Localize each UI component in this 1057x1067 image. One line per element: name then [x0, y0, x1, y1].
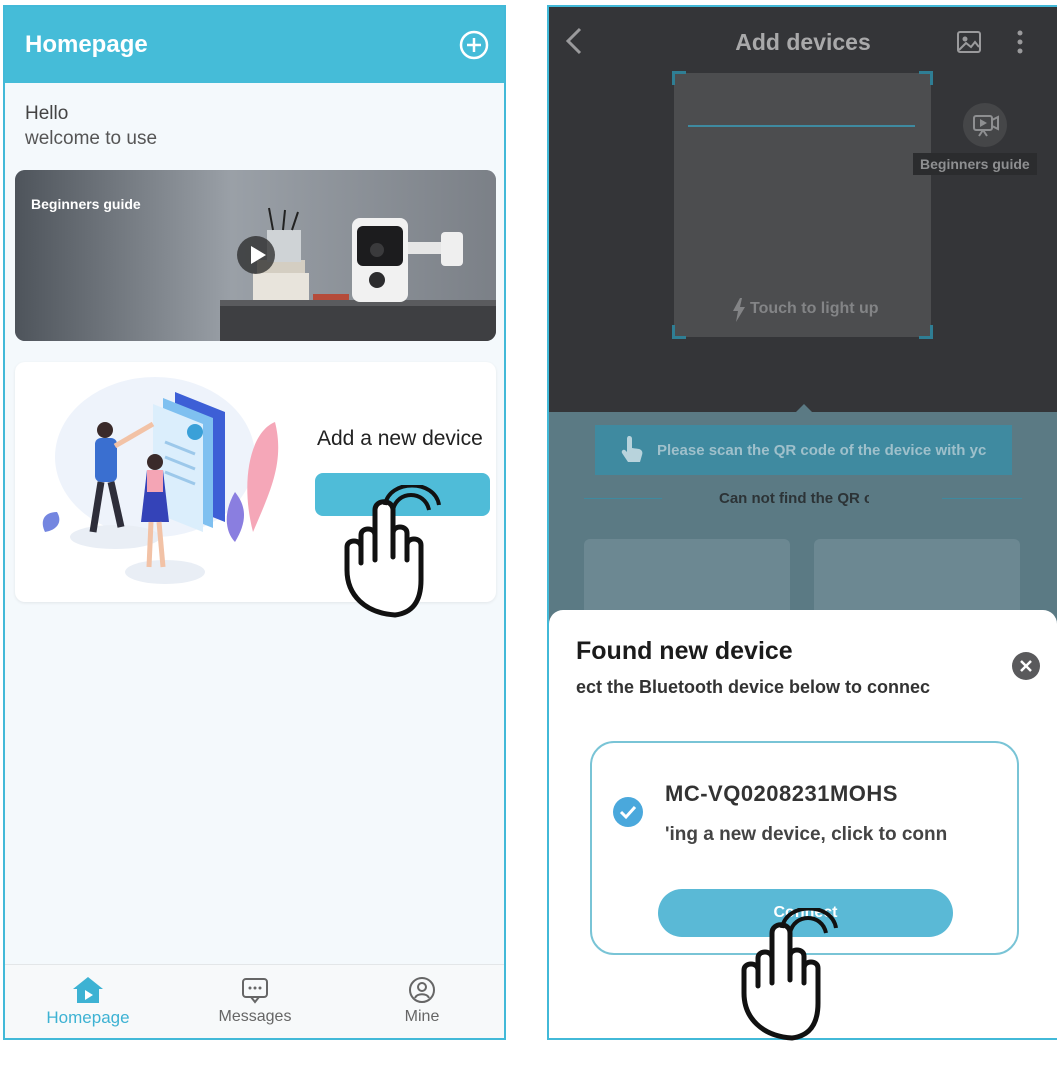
page-title: Homepage — [25, 31, 148, 58]
tab-messages[interactable]: Messages — [180, 965, 330, 1038]
qr-help-link[interactable]: Can not find the QR c — [719, 490, 869, 507]
more-options-icon[interactable] — [1015, 28, 1025, 56]
tab-label-mine: Mine — [404, 1008, 440, 1025]
gallery-icon[interactable] — [956, 29, 982, 55]
sheet-subtitle: ect the Bluetooth device below to connec — [576, 677, 931, 697]
tab-mine[interactable]: Mine — [347, 965, 497, 1038]
scan-hint-banner: Please scan the QR code of the device wi… — [595, 425, 1012, 475]
scan-hint-text: Please scan the QR code of the device wi… — [657, 442, 987, 459]
tab-label-homepage: Homepage — [46, 1008, 130, 1027]
video-guide-icon[interactable] — [962, 102, 1008, 148]
greeting-hello: Hello — [25, 103, 69, 124]
greeting-welcome: welcome to use — [25, 128, 158, 149]
scan-line — [688, 125, 915, 127]
add-device-illustration — [42, 377, 279, 584]
message-icon — [242, 978, 268, 1004]
banner-label: Beginners guide — [31, 196, 141, 212]
video-guide-label[interactable]: Beginners guide — [913, 153, 1037, 175]
divider-right — [942, 498, 1022, 499]
bottom-tab-bar: Homepage Messages Mine — [5, 964, 504, 1038]
checkmark-icon[interactable] — [612, 796, 644, 828]
flashlight-label[interactable]: Touch to light up — [750, 299, 880, 318]
tap-hand-icon — [344, 485, 441, 618]
app-header: Homepage — [5, 7, 504, 83]
add-devices-screen: Add devices Touch to light up Beginners … — [547, 5, 1057, 1040]
device-name: MC-VQ0208231MOHS — [665, 781, 898, 806]
profile-icon — [409, 977, 435, 1003]
tab-label-messages: Messages — [218, 1008, 292, 1025]
tap-hand-icon — [741, 908, 838, 1041]
pointer-icon — [621, 436, 643, 462]
home-icon — [73, 977, 103, 1003]
flashlight-icon[interactable] — [732, 298, 746, 322]
add-device-title: Add a new device — [317, 427, 483, 450]
sheet-title: Found new device — [576, 637, 793, 665]
close-icon[interactable] — [1011, 651, 1041, 681]
tab-homepage[interactable]: Homepage — [13, 965, 163, 1038]
qr-scanner-area: Add devices Touch to light up Beginners … — [549, 7, 1057, 412]
play-icon[interactable] — [236, 235, 276, 275]
device-description: 'ing a new device, click to conn — [665, 824, 948, 845]
beginners-guide-banner[interactable]: Beginners guide — [15, 170, 496, 341]
add-circle-icon[interactable] — [458, 29, 490, 61]
qr-scan-frame: Touch to light up — [672, 71, 933, 339]
divider-left — [584, 498, 662, 499]
